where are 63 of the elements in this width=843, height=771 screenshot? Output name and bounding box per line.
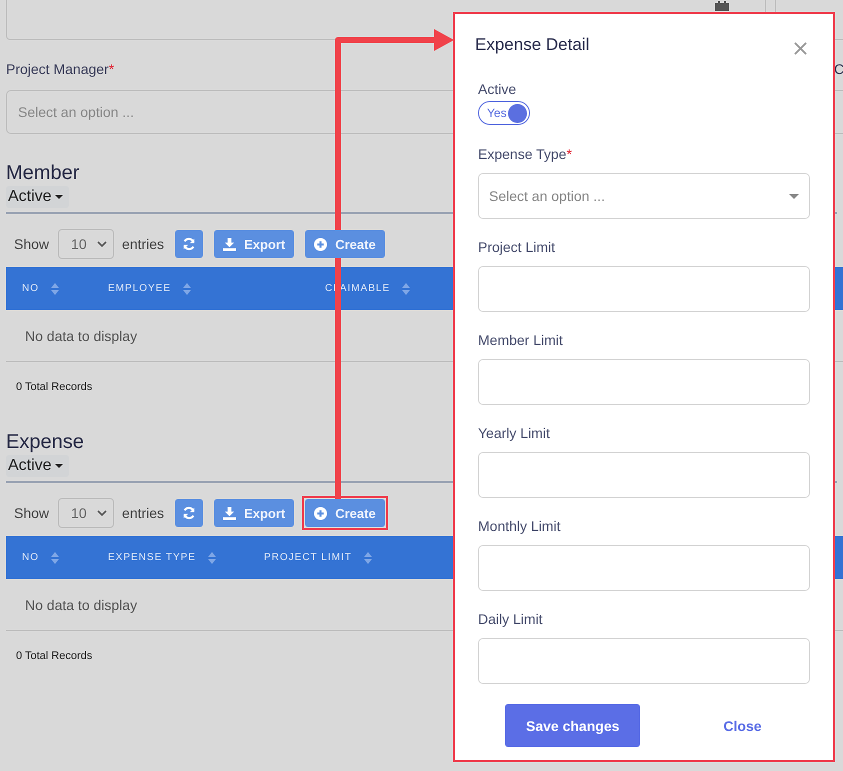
download-icon	[223, 506, 236, 520]
total-records: 0 Total Records	[16, 650, 92, 664]
sort-icon	[51, 282, 59, 294]
caret-icon	[789, 194, 799, 198]
filter-dropdown[interactable]: Active	[6, 186, 69, 208]
total-records: 0 Total Records	[16, 381, 92, 395]
entries-select[interactable]: 10	[58, 229, 114, 259]
column-header[interactable]: NO	[6, 282, 92, 294]
column-header[interactable]: NO	[6, 552, 92, 564]
plus-circle-icon	[314, 506, 328, 520]
input-field[interactable]	[478, 359, 810, 405]
entries-select[interactable]: 10	[58, 498, 114, 528]
active-toggle[interactable]: Yes	[478, 101, 530, 125]
calendar-icon	[715, 1, 729, 11]
filter-dropdown[interactable]: Active	[6, 455, 69, 477]
create-button[interactable]: Create	[305, 230, 385, 258]
export-button[interactable]: Export	[214, 499, 294, 527]
select-field[interactable]: Select an option ...	[478, 173, 810, 219]
field-label: Expense Type	[478, 146, 566, 162]
section-title: Expense	[6, 431, 84, 455]
sort-icon	[183, 282, 192, 294]
column-header[interactable]: PROJECT LIMIT	[248, 552, 372, 564]
entries-label: entries	[122, 236, 164, 252]
input-field[interactable]	[478, 452, 810, 498]
input-field[interactable]	[478, 545, 810, 591]
column-header[interactable]: EMPLOYEE	[92, 282, 309, 294]
required-mark: *	[108, 61, 114, 77]
plus-circle-icon	[314, 238, 328, 250]
column-header[interactable]: EXPENSE TYPE	[92, 552, 248, 564]
chevron-down-icon	[97, 241, 108, 247]
sort-icon	[402, 282, 410, 294]
dialog-title: Expense Detail	[475, 34, 590, 54]
sort-icon	[51, 552, 59, 564]
section-title: Member	[6, 162, 80, 186]
export-button[interactable]: Export	[214, 230, 294, 258]
show-label: Show	[14, 505, 50, 521]
field-label: Yearly Limit	[478, 425, 550, 441]
close-button[interactable]: Close	[713, 714, 772, 738]
input-field[interactable]	[478, 266, 810, 312]
empty-message: No data to display	[25, 596, 138, 612]
field-label: Daily Limit	[478, 611, 543, 627]
download-icon	[223, 238, 236, 250]
create-button[interactable]: Create	[305, 499, 385, 527]
sort-icon	[208, 552, 216, 564]
refresh-icon	[182, 237, 196, 251]
refresh-icon	[182, 506, 196, 520]
close-icon[interactable]	[792, 40, 809, 57]
sort-icon	[364, 552, 372, 564]
empty-message: No data to display	[25, 328, 138, 344]
field-label: Project Manager	[6, 61, 109, 77]
field-label: Monthly Limit	[478, 518, 560, 534]
refresh-button[interactable]	[175, 499, 204, 527]
save-button[interactable]: Save changes	[505, 704, 640, 747]
chevron-down-icon	[97, 510, 108, 516]
refresh-button[interactable]	[175, 230, 204, 258]
input-field[interactable]	[478, 638, 810, 684]
field-label: Member Limit	[478, 332, 563, 348]
required-mark: *	[566, 146, 572, 162]
caret-icon	[54, 464, 63, 468]
caret-icon	[54, 195, 63, 199]
entries-label: entries	[122, 505, 164, 521]
show-label: Show	[14, 236, 50, 252]
field-label: Project Limit	[478, 239, 556, 255]
